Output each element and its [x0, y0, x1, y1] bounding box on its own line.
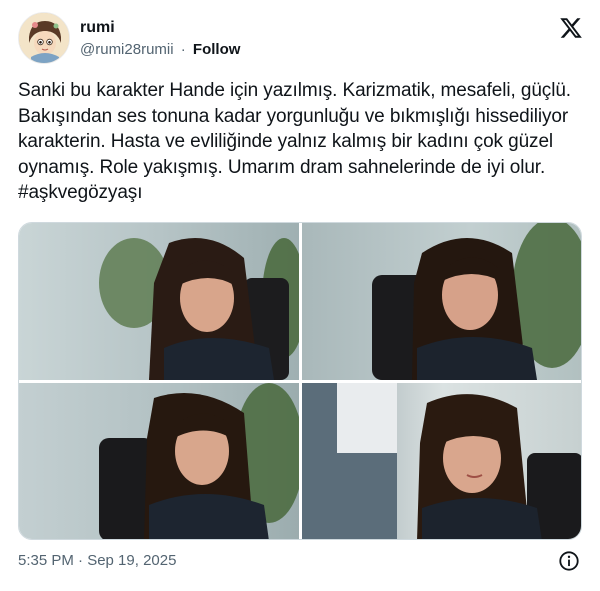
user-handle[interactable]: @rumi28rumii — [80, 41, 174, 58]
media-photo-4[interactable] — [302, 383, 581, 539]
woman-portrait-image — [302, 383, 581, 539]
avatar-illustration — [19, 13, 69, 63]
tweet-text: Sanki bu karakter Hande için yazılmış. K… — [18, 80, 571, 204]
separator-dot: · — [180, 41, 186, 58]
media-grid[interactable] — [18, 222, 582, 540]
handle-row: @rumi28rumii · Follow — [80, 41, 240, 58]
media-photo-3[interactable] — [19, 383, 299, 539]
x-logo-icon[interactable] — [558, 16, 584, 40]
woman-portrait-image — [19, 383, 299, 539]
tweet-header: rumi @rumi28rumii · Follow — [18, 12, 584, 68]
avatar[interactable] — [18, 12, 70, 64]
info-icon[interactable] — [558, 550, 580, 572]
follow-button[interactable]: Follow — [193, 41, 241, 58]
woman-portrait-image — [19, 223, 299, 380]
timestamp[interactable]: 5:35 PM · Sep 19, 2025 — [18, 552, 176, 569]
tweet-footer: 5:35 PM · Sep 19, 2025 — [18, 550, 584, 574]
woman-portrait-image — [302, 223, 581, 380]
display-name[interactable]: rumi — [80, 19, 115, 37]
media-photo-2[interactable] — [302, 223, 581, 380]
media-photo-1[interactable] — [19, 223, 299, 380]
